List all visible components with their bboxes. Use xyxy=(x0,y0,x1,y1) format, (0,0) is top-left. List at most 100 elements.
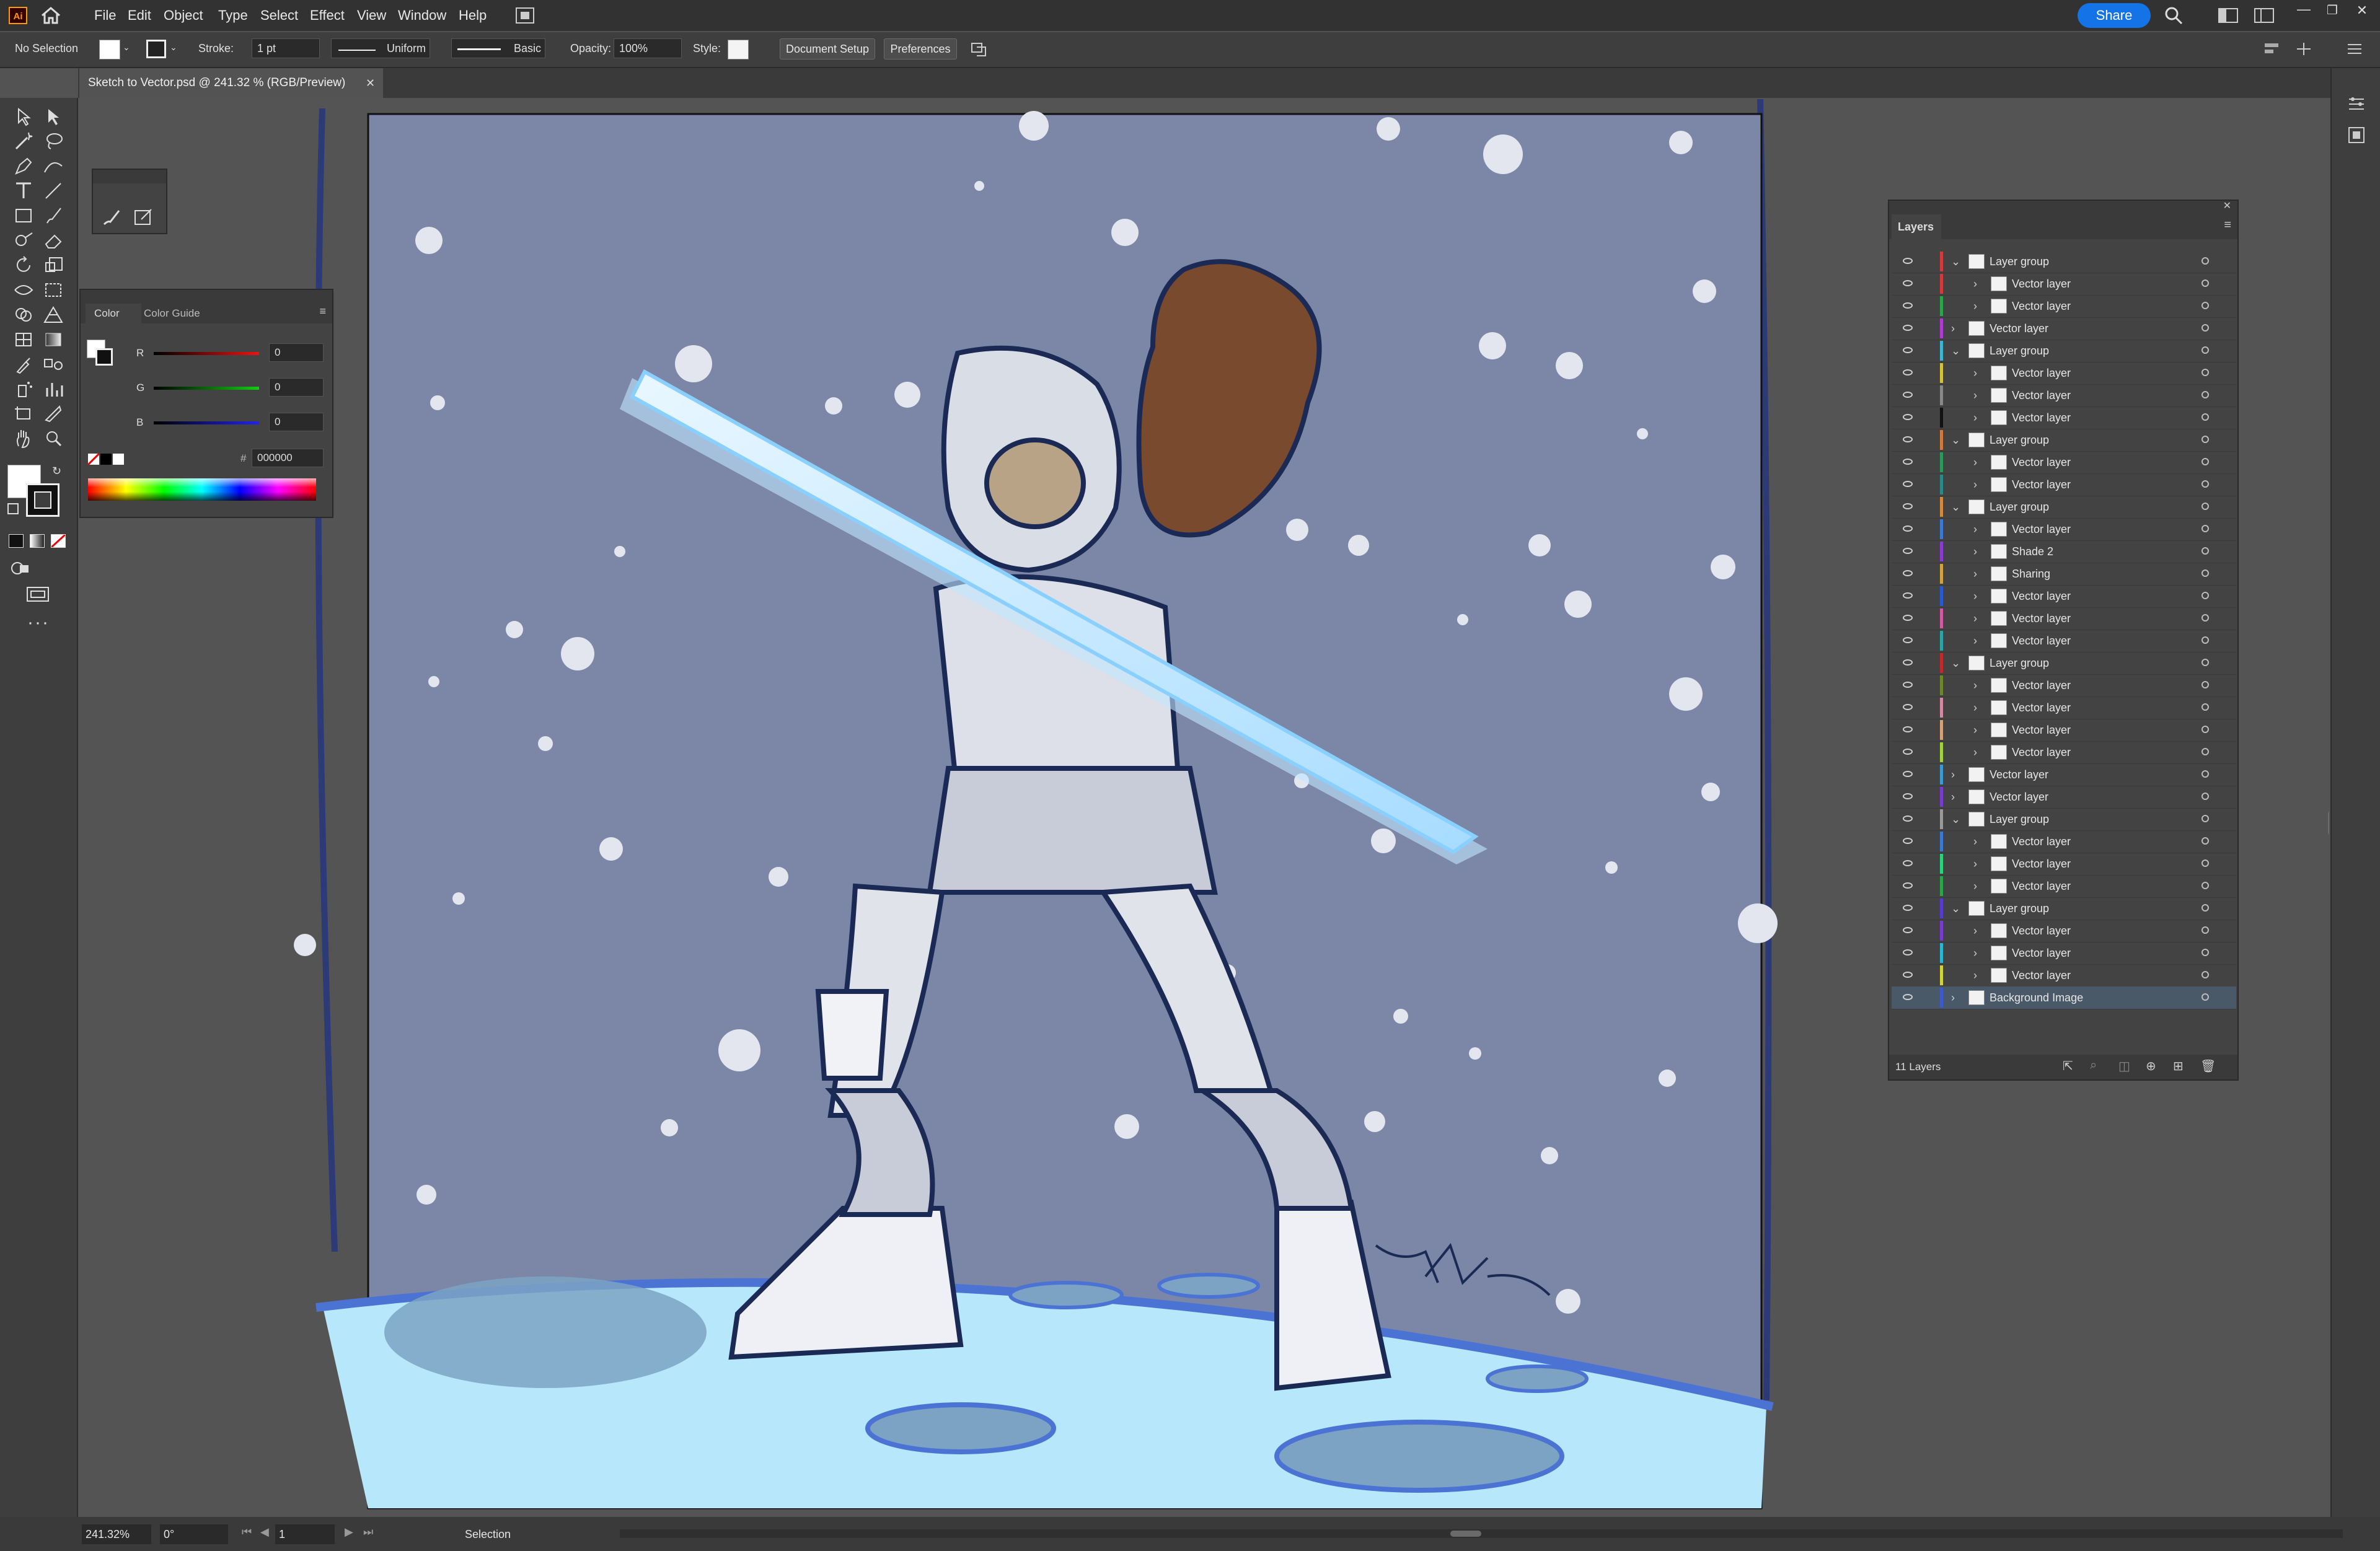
zoom-field[interactable]: 241.32% xyxy=(82,1524,151,1544)
expand-icon[interactable]: › xyxy=(1973,964,1977,986)
panel-menu-icon[interactable] xyxy=(2345,41,2364,57)
expand-icon[interactable]: › xyxy=(1973,295,1977,317)
visibility-eye-icon[interactable] xyxy=(1903,949,1913,956)
collapse-icon[interactable]: ⌄ xyxy=(1951,897,1960,920)
color-mode-icon[interactable] xyxy=(9,534,24,548)
minimize-icon[interactable]: — xyxy=(2293,1,2314,20)
document-setup-button[interactable]: Document Setup xyxy=(780,38,875,59)
layer-target-icon[interactable] xyxy=(2202,993,2209,1001)
layer-target-icon[interactable] xyxy=(2202,926,2209,934)
layer-name[interactable]: Vector layer xyxy=(1990,786,2048,808)
channel-g-field[interactable]: 0 xyxy=(269,378,324,397)
expand-icon[interactable]: › xyxy=(1951,763,1955,786)
horizontal-scrollbar[interactable] xyxy=(620,1529,2343,1538)
visibility-eye-icon[interactable] xyxy=(1903,525,1913,532)
channel-b-slider[interactable] xyxy=(154,421,259,424)
expand-icon[interactable]: › xyxy=(1973,384,1977,406)
visibility-eye-icon[interactable] xyxy=(1903,749,1913,755)
panel-menu-icon[interactable]: ≡ xyxy=(319,305,326,318)
previous-artboard-icon[interactable]: ◀ xyxy=(260,1526,269,1539)
close-panel-icon[interactable]: ✕ xyxy=(2223,200,2231,212)
visibility-eye-icon[interactable] xyxy=(1903,615,1913,621)
visibility-eye-icon[interactable] xyxy=(1903,815,1913,822)
layer-row[interactable]: › Vector layer xyxy=(1892,920,2236,942)
layer-target-icon[interactable] xyxy=(2202,547,2209,555)
layer-target-icon[interactable] xyxy=(2202,815,2209,822)
expand-icon[interactable]: › xyxy=(1973,830,1977,853)
layer-name[interactable]: Layer group xyxy=(1990,429,2049,451)
rotate-tool-icon[interactable] xyxy=(11,254,36,276)
expand-icon[interactable]: › xyxy=(1973,518,1977,540)
expand-icon[interactable]: › xyxy=(1973,920,1977,942)
visibility-eye-icon[interactable] xyxy=(1903,637,1913,643)
layer-row[interactable]: › Vector layer xyxy=(1892,964,2236,987)
layer-name[interactable]: Layer group xyxy=(1990,897,2049,920)
layer-row[interactable]: › Vector layer xyxy=(1892,630,2236,652)
visibility-eye-icon[interactable] xyxy=(1903,771,1913,777)
visibility-eye-icon[interactable] xyxy=(1903,927,1913,933)
layer-target-icon[interactable] xyxy=(2202,793,2209,800)
visibility-eye-icon[interactable] xyxy=(1903,548,1913,554)
eyedropper-tool-icon[interactable] xyxy=(11,353,36,376)
menu-window[interactable]: Window xyxy=(398,0,446,31)
current-tool-status[interactable]: Selection xyxy=(465,1524,601,1544)
tab-layers[interactable]: Layers xyxy=(1892,214,1941,239)
edit-toolbar-icon[interactable]: ··· xyxy=(27,612,50,633)
layer-name[interactable]: Vector layer xyxy=(2012,630,2071,652)
color-stroke-preview[interactable] xyxy=(95,348,113,366)
make-clipping-mask-icon[interactable]: ◫ xyxy=(2118,1058,2130,1074)
layer-target-icon[interactable] xyxy=(2202,726,2209,733)
home-icon[interactable] xyxy=(40,5,62,26)
expand-icon[interactable]: › xyxy=(1951,986,1955,1009)
share-button[interactable]: Share xyxy=(2078,3,2151,28)
last-artboard-icon[interactable]: ⏭ xyxy=(363,1526,373,1539)
expand-icon[interactable]: › xyxy=(1973,273,1977,295)
visibility-eye-icon[interactable] xyxy=(1903,592,1913,599)
slice-tool-icon[interactable] xyxy=(41,403,66,425)
layer-name[interactable]: Vector layer xyxy=(2012,473,2071,496)
layer-target-icon[interactable] xyxy=(2202,436,2209,443)
visibility-eye-icon[interactable] xyxy=(1903,882,1913,889)
layer-target-icon[interactable] xyxy=(2202,859,2209,867)
layer-row[interactable]: › Vector layer xyxy=(1892,317,2236,340)
layer-name[interactable]: Shade 2 xyxy=(2012,540,2053,563)
variable-width-profile[interactable]: Uniform xyxy=(331,38,430,58)
eraser-tool-icon[interactable] xyxy=(41,229,66,252)
layer-target-icon[interactable] xyxy=(2202,837,2209,845)
vertical-scrollbar[interactable] xyxy=(2327,104,2329,1511)
none-swatch[interactable] xyxy=(87,452,100,466)
restore-icon[interactable]: ❐ xyxy=(2323,2,2342,20)
layer-target-icon[interactable] xyxy=(2202,882,2209,889)
layer-row[interactable]: › Background Image xyxy=(1892,986,2236,1009)
channel-b-field[interactable]: 0 xyxy=(269,413,324,431)
opacity-field[interactable]: 100% xyxy=(614,38,682,58)
layer-target-icon[interactable] xyxy=(2202,949,2209,956)
visibility-eye-icon[interactable] xyxy=(1903,459,1913,465)
layer-row[interactable]: › Vector layer xyxy=(1892,518,2236,541)
collapse-icon[interactable]: ⌄ xyxy=(1951,429,1960,451)
layer-target-icon[interactable] xyxy=(2202,569,2209,577)
expand-icon[interactable]: › xyxy=(1973,563,1977,585)
layer-target-icon[interactable] xyxy=(2202,279,2209,287)
none-mode-icon[interactable] xyxy=(50,534,66,548)
white-swatch[interactable] xyxy=(113,454,124,465)
visibility-eye-icon[interactable] xyxy=(1903,436,1913,442)
layer-name[interactable]: Vector layer xyxy=(2012,451,2071,473)
delete-layer-icon[interactable]: 🗑 xyxy=(2200,1058,2216,1074)
rectangle-tool-icon[interactable] xyxy=(11,204,36,227)
layer-target-icon[interactable] xyxy=(2202,748,2209,755)
menu-select[interactable]: Select xyxy=(260,0,298,31)
visibility-eye-icon[interactable] xyxy=(1903,481,1913,487)
layer-target-icon[interactable] xyxy=(2202,346,2209,354)
shaper-tool-icon[interactable] xyxy=(11,229,36,252)
style-swatch[interactable] xyxy=(728,40,749,59)
menu-effect[interactable]: Effect xyxy=(310,0,345,31)
layer-target-icon[interactable] xyxy=(2202,369,2209,376)
layer-name[interactable]: Layer group xyxy=(1990,340,2049,362)
layer-name[interactable]: Vector layer xyxy=(2012,964,2071,986)
layer-row[interactable]: › Vector layer xyxy=(1892,696,2236,719)
layer-name[interactable]: Vector layer xyxy=(2012,830,2071,853)
layer-target-icon[interactable] xyxy=(2202,302,2209,309)
artboard-number-field[interactable]: 1 xyxy=(275,1524,335,1544)
layer-row[interactable]: ⌄ Layer group xyxy=(1892,250,2236,273)
